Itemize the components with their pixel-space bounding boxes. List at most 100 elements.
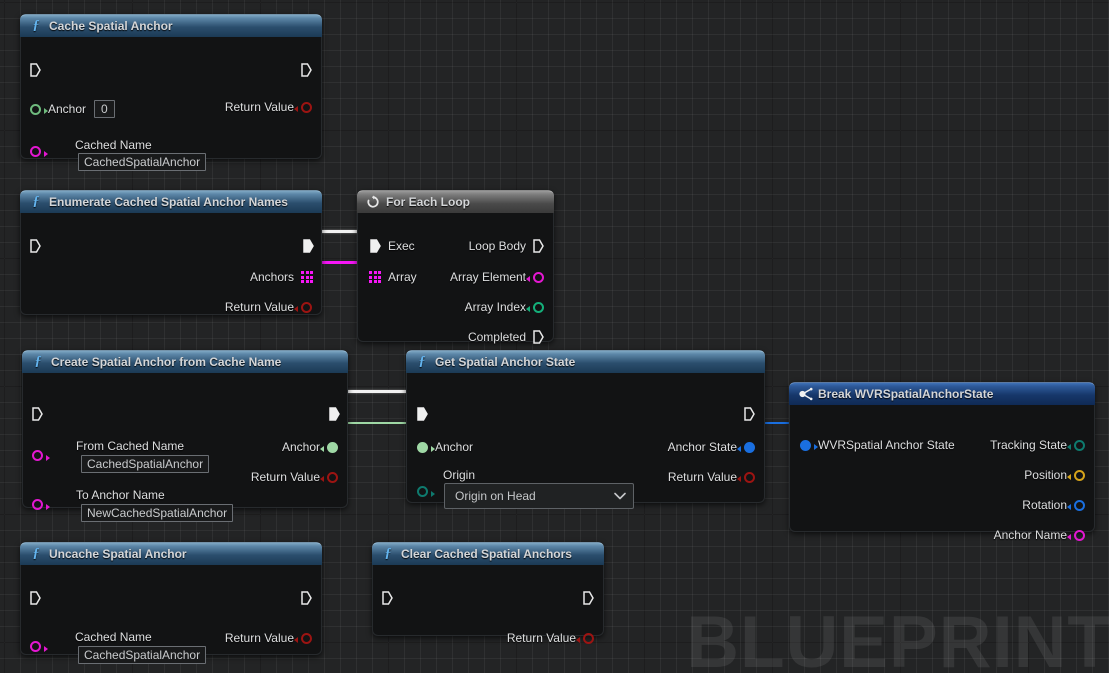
from-cached-name-input[interactable]: CachedSpatialAnchor (81, 455, 210, 473)
pin-anchor-in[interactable]: Anchor 0 (30, 100, 115, 118)
node-get-spatial-anchor-state[interactable]: ƒ Get Spatial Anchor State Anchor Anchor… (406, 350, 765, 509)
node-title: Cache Spatial Anchor (49, 19, 173, 33)
name-pin-icon (526, 271, 544, 283)
pin-exec-in[interactable] (30, 63, 41, 77)
pin-cached-name-in[interactable] (30, 146, 48, 157)
pin-array-in[interactable]: Array (369, 270, 417, 284)
to-anchor-name-input[interactable]: NewCachedSpatialAnchor (81, 504, 234, 522)
cached-name-label: Cached Name (75, 630, 152, 644)
node-break-wvrspatialanchorstate[interactable]: Break WVRSpatialAnchorState WVRSpatial A… (789, 382, 1095, 542)
pin-exec-out[interactable] (329, 407, 340, 421)
struct-pin-icon (800, 439, 818, 451)
function-f-icon: ƒ (418, 354, 426, 369)
pin-exec-in[interactable] (30, 239, 41, 253)
name-pin-icon (32, 499, 50, 510)
node-titlebar[interactable]: ƒ Enumerate Cached Spatial Anchor Names (20, 190, 322, 213)
pin-to-anchor-name-in[interactable] (32, 499, 50, 510)
pin-label: Return Value (224, 300, 294, 314)
node-titlebar[interactable]: Break WVRSpatialAnchorState (789, 382, 1095, 405)
cached-name-input[interactable]: CachedSpatialAnchor (78, 646, 207, 664)
pin-return-value-out[interactable]: Return Value (507, 631, 594, 645)
node-titlebar[interactable]: ƒ Get Spatial Anchor State (406, 350, 765, 373)
node-titlebar[interactable]: ƒ Uncache Spatial Anchor (20, 542, 322, 565)
pin-tracking-state-out[interactable]: Tracking State (990, 438, 1085, 452)
pin-from-cached-name-in[interactable] (32, 450, 50, 461)
pin-position-out[interactable]: Position (1024, 468, 1085, 482)
pin-label: Array Index (464, 300, 526, 314)
pin-anchor-in[interactable]: Anchor (417, 440, 473, 454)
pin-return-value-out[interactable]: Return Value (225, 631, 312, 645)
pin-return-value-out[interactable]: Return Value (668, 470, 755, 484)
node-titlebar[interactable]: ƒ Create Spatial Anchor from Cache Name (22, 350, 348, 373)
enum-pin-icon (1067, 439, 1085, 451)
pin-label: Completed (467, 330, 526, 344)
pin-exec-out[interactable] (744, 407, 755, 421)
pin-exec-out[interactable] (301, 591, 312, 605)
exec-pin-icon (303, 239, 314, 253)
node-for-each-loop[interactable]: For Each Loop Exec Loop Body Array Array… (357, 190, 554, 344)
node-enumerate-cached-spatial-anchor-names[interactable]: ƒ Enumerate Cached Spatial Anchor Names … (20, 190, 322, 315)
name-pin-icon (30, 641, 48, 652)
node-title: Clear Cached Spatial Anchors (401, 547, 572, 561)
pin-label: Rotation (1022, 498, 1067, 512)
name-pin-icon (1067, 529, 1085, 541)
pin-label: Anchor State (667, 440, 737, 454)
boolean-pin-icon (320, 471, 338, 483)
node-titlebar[interactable]: For Each Loop (357, 190, 554, 213)
exec-pin-icon (329, 407, 340, 421)
exec-pin-icon (30, 63, 41, 77)
pin-anchor-state-out[interactable]: Anchor State (668, 440, 755, 454)
exec-pin-icon (32, 407, 43, 421)
pin-anchor-out[interactable]: Anchor (282, 440, 338, 454)
boolean-pin-icon (576, 632, 594, 644)
pin-return-value-out[interactable]: Return Value (225, 100, 312, 114)
node-clear-cached-spatial-anchors[interactable]: ƒ Clear Cached Spatial Anchors Return Va… (372, 542, 604, 645)
pin-exec-in[interactable]: Exec (370, 239, 415, 253)
pin-anchors-out[interactable]: Anchors (250, 270, 313, 284)
exec-pin-icon (533, 330, 544, 344)
pin-label: Array Element (449, 270, 526, 284)
break-struct-icon (797, 386, 813, 402)
pin-cached-name-in[interactable] (30, 641, 48, 652)
pin-origin-in[interactable] (417, 486, 435, 497)
blueprint-graph-canvas[interactable]: ƒ Cache Spatial Anchor Anchor 0 Return V… (0, 0, 1109, 673)
boolean-pin-icon (294, 301, 312, 313)
node-title: Get Spatial Anchor State (435, 355, 576, 369)
cached-name-input[interactable]: CachedSpatialAnchor (78, 153, 207, 171)
node-create-spatial-anchor-from-cache-name[interactable]: ƒ Create Spatial Anchor from Cache Name … (22, 350, 348, 522)
node-title: Enumerate Cached Spatial Anchor Names (49, 195, 288, 209)
anchor-index-input[interactable]: 0 (94, 100, 115, 118)
pin-rotation-out[interactable]: Rotation (1022, 498, 1085, 512)
pin-exec-out[interactable] (301, 63, 312, 77)
pin-loop-body-out[interactable]: Loop Body (469, 239, 544, 253)
pin-return-value-out[interactable]: Return Value (225, 300, 312, 314)
pin-completed-out[interactable]: Completed (468, 330, 544, 344)
pin-exec-out[interactable] (583, 591, 594, 605)
node-titlebar[interactable]: ƒ Cache Spatial Anchor (20, 14, 322, 37)
exec-pin-icon (533, 239, 544, 253)
node-uncache-spatial-anchor[interactable]: ƒ Uncache Spatial Anchor Cached Name Cac… (20, 542, 322, 664)
pin-label: Tracking State (990, 438, 1067, 452)
pin-return-value-out[interactable]: Return Value (251, 470, 338, 484)
pin-exec-out[interactable] (303, 239, 314, 253)
node-titlebar[interactable]: ƒ Clear Cached Spatial Anchors (372, 542, 604, 565)
pin-wvrspatial-anchor-state-in[interactable]: WVRSpatial Anchor State (800, 438, 955, 452)
exec-pin-icon (301, 591, 312, 605)
pin-exec-in[interactable] (30, 591, 41, 605)
pin-exec-in[interactable] (382, 591, 393, 605)
origin-select[interactable]: Origin on Head (444, 483, 634, 509)
pin-label: Return Value (224, 631, 294, 645)
loop-icon (365, 194, 381, 210)
from-cached-name-label: From Cached Name (76, 439, 185, 453)
pin-array-element-out[interactable]: Array Element (450, 270, 544, 284)
node-cache-spatial-anchor[interactable]: ƒ Cache Spatial Anchor Anchor 0 Return V… (20, 14, 322, 171)
function-f-icon: ƒ (384, 546, 392, 561)
pin-label: Return Value (250, 470, 320, 484)
pin-label: Anchor (281, 440, 320, 454)
pin-anchor-name-out[interactable]: Anchor Name (994, 528, 1085, 542)
chevron-down-icon (613, 489, 627, 503)
pin-exec-in[interactable] (417, 407, 428, 421)
pin-exec-in[interactable] (32, 407, 43, 421)
pin-array-index-out[interactable]: Array Index (465, 300, 544, 314)
rotator-pin-icon (1067, 499, 1085, 511)
